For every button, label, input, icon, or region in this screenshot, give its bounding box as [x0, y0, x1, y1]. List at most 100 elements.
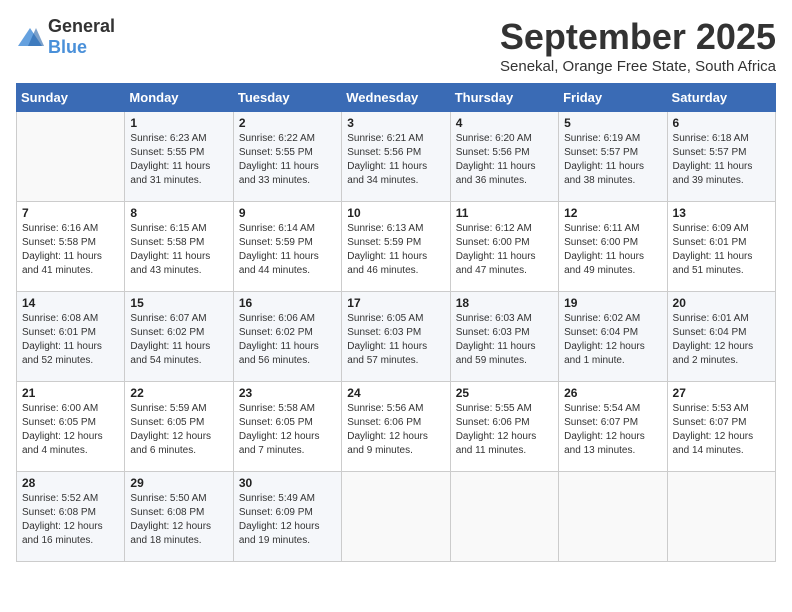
calendar-cell: 13 Sunrise: 6:09 AMSunset: 6:01 PMDaylig…	[667, 202, 775, 292]
weekday-header-thursday: Thursday	[450, 84, 558, 112]
day-info: Sunrise: 6:06 AMSunset: 6:02 PMDaylight:…	[239, 313, 319, 366]
day-info: Sunrise: 5:50 AMSunset: 6:08 PMDaylight:…	[130, 493, 211, 546]
day-info: Sunrise: 6:19 AMSunset: 5:57 PMDaylight:…	[564, 133, 644, 186]
day-info: Sunrise: 6:13 AMSunset: 5:59 PMDaylight:…	[347, 223, 427, 276]
calendar-week-row: 7 Sunrise: 6:16 AMSunset: 5:58 PMDayligh…	[17, 202, 776, 292]
calendar-cell: 12 Sunrise: 6:11 AMSunset: 6:00 PMDaylig…	[559, 202, 667, 292]
calendar-week-row: 21 Sunrise: 6:00 AMSunset: 6:05 PMDaylig…	[17, 382, 776, 472]
day-info: Sunrise: 6:08 AMSunset: 6:01 PMDaylight:…	[22, 313, 102, 366]
calendar-cell: 25 Sunrise: 5:55 AMSunset: 6:06 PMDaylig…	[450, 382, 558, 472]
calendar-cell: 16 Sunrise: 6:06 AMSunset: 6:02 PMDaylig…	[233, 292, 341, 382]
calendar-cell: 23 Sunrise: 5:58 AMSunset: 6:05 PMDaylig…	[233, 382, 341, 472]
calendar-cell: 10 Sunrise: 6:13 AMSunset: 5:59 PMDaylig…	[342, 202, 450, 292]
logo-blue: Blue	[48, 37, 87, 57]
day-info: Sunrise: 6:16 AMSunset: 5:58 PMDaylight:…	[22, 223, 102, 276]
day-number: 28	[22, 476, 119, 490]
calendar-header-row: SundayMondayTuesdayWednesdayThursdayFrid…	[17, 84, 776, 112]
calendar-week-row: 28 Sunrise: 5:52 AMSunset: 6:08 PMDaylig…	[17, 472, 776, 562]
calendar-cell: 18 Sunrise: 6:03 AMSunset: 6:03 PMDaylig…	[450, 292, 558, 382]
day-number: 8	[130, 206, 227, 220]
day-number: 4	[456, 116, 553, 130]
day-info: Sunrise: 5:52 AMSunset: 6:08 PMDaylight:…	[22, 493, 103, 546]
day-info: Sunrise: 5:55 AMSunset: 6:06 PMDaylight:…	[456, 403, 537, 456]
day-number: 14	[22, 296, 119, 310]
logo-text: General Blue	[48, 16, 115, 58]
day-info: Sunrise: 5:53 AMSunset: 6:07 PMDaylight:…	[673, 403, 754, 456]
day-number: 26	[564, 386, 661, 400]
calendar-cell: 11 Sunrise: 6:12 AMSunset: 6:00 PMDaylig…	[450, 202, 558, 292]
calendar-cell: 3 Sunrise: 6:21 AMSunset: 5:56 PMDayligh…	[342, 112, 450, 202]
calendar-week-row: 14 Sunrise: 6:08 AMSunset: 6:01 PMDaylig…	[17, 292, 776, 382]
day-number: 15	[130, 296, 227, 310]
day-info: Sunrise: 6:23 AMSunset: 5:55 PMDaylight:…	[130, 133, 210, 186]
calendar-cell: 17 Sunrise: 6:05 AMSunset: 6:03 PMDaylig…	[342, 292, 450, 382]
day-number: 24	[347, 386, 444, 400]
calendar-cell: 26 Sunrise: 5:54 AMSunset: 6:07 PMDaylig…	[559, 382, 667, 472]
weekday-header-friday: Friday	[559, 84, 667, 112]
day-number: 19	[564, 296, 661, 310]
day-number: 12	[564, 206, 661, 220]
day-info: Sunrise: 5:59 AMSunset: 6:05 PMDaylight:…	[130, 403, 211, 456]
day-info: Sunrise: 6:15 AMSunset: 5:58 PMDaylight:…	[130, 223, 210, 276]
day-info: Sunrise: 6:01 AMSunset: 6:04 PMDaylight:…	[673, 313, 754, 366]
month-title: September 2025	[500, 16, 776, 58]
day-number: 25	[456, 386, 553, 400]
day-number: 21	[22, 386, 119, 400]
day-number: 9	[239, 206, 336, 220]
day-number: 27	[673, 386, 770, 400]
day-info: Sunrise: 5:49 AMSunset: 6:09 PMDaylight:…	[239, 493, 320, 546]
weekday-header-monday: Monday	[125, 84, 233, 112]
calendar-cell: 29 Sunrise: 5:50 AMSunset: 6:08 PMDaylig…	[125, 472, 233, 562]
calendar-cell: 4 Sunrise: 6:20 AMSunset: 5:56 PMDayligh…	[450, 112, 558, 202]
calendar-cell: 7 Sunrise: 6:16 AMSunset: 5:58 PMDayligh…	[17, 202, 125, 292]
day-number: 20	[673, 296, 770, 310]
calendar-cell: 19 Sunrise: 6:02 AMSunset: 6:04 PMDaylig…	[559, 292, 667, 382]
day-number: 23	[239, 386, 336, 400]
calendar-cell	[17, 112, 125, 202]
day-info: Sunrise: 6:00 AMSunset: 6:05 PMDaylight:…	[22, 403, 103, 456]
day-info: Sunrise: 5:56 AMSunset: 6:06 PMDaylight:…	[347, 403, 428, 456]
calendar-cell: 5 Sunrise: 6:19 AMSunset: 5:57 PMDayligh…	[559, 112, 667, 202]
calendar-week-row: 1 Sunrise: 6:23 AMSunset: 5:55 PMDayligh…	[17, 112, 776, 202]
calendar-cell: 14 Sunrise: 6:08 AMSunset: 6:01 PMDaylig…	[17, 292, 125, 382]
weekday-header-tuesday: Tuesday	[233, 84, 341, 112]
day-number: 3	[347, 116, 444, 130]
calendar-cell: 15 Sunrise: 6:07 AMSunset: 6:02 PMDaylig…	[125, 292, 233, 382]
day-info: Sunrise: 5:54 AMSunset: 6:07 PMDaylight:…	[564, 403, 645, 456]
day-number: 6	[673, 116, 770, 130]
day-info: Sunrise: 6:20 AMSunset: 5:56 PMDaylight:…	[456, 133, 536, 186]
day-info: Sunrise: 6:03 AMSunset: 6:03 PMDaylight:…	[456, 313, 536, 366]
calendar-cell: 9 Sunrise: 6:14 AMSunset: 5:59 PMDayligh…	[233, 202, 341, 292]
day-info: Sunrise: 5:58 AMSunset: 6:05 PMDaylight:…	[239, 403, 320, 456]
logo-general: General	[48, 16, 115, 36]
day-number: 2	[239, 116, 336, 130]
day-info: Sunrise: 6:22 AMSunset: 5:55 PMDaylight:…	[239, 133, 319, 186]
day-info: Sunrise: 6:09 AMSunset: 6:01 PMDaylight:…	[673, 223, 753, 276]
day-number: 11	[456, 206, 553, 220]
day-info: Sunrise: 6:18 AMSunset: 5:57 PMDaylight:…	[673, 133, 753, 186]
calendar-cell: 24 Sunrise: 5:56 AMSunset: 6:06 PMDaylig…	[342, 382, 450, 472]
day-number: 13	[673, 206, 770, 220]
weekday-header-saturday: Saturday	[667, 84, 775, 112]
day-info: Sunrise: 6:11 AMSunset: 6:00 PMDaylight:…	[564, 223, 644, 276]
day-number: 29	[130, 476, 227, 490]
calendar-cell: 20 Sunrise: 6:01 AMSunset: 6:04 PMDaylig…	[667, 292, 775, 382]
weekday-header-wednesday: Wednesday	[342, 84, 450, 112]
day-info: Sunrise: 6:07 AMSunset: 6:02 PMDaylight:…	[130, 313, 210, 366]
calendar-cell	[559, 472, 667, 562]
day-number: 18	[456, 296, 553, 310]
calendar-cell: 22 Sunrise: 5:59 AMSunset: 6:05 PMDaylig…	[125, 382, 233, 472]
calendar-cell: 30 Sunrise: 5:49 AMSunset: 6:09 PMDaylig…	[233, 472, 341, 562]
day-number: 10	[347, 206, 444, 220]
title-area: September 2025 Senekal, Orange Free Stat…	[500, 16, 776, 75]
day-info: Sunrise: 6:21 AMSunset: 5:56 PMDaylight:…	[347, 133, 427, 186]
day-info: Sunrise: 6:14 AMSunset: 5:59 PMDaylight:…	[239, 223, 319, 276]
calendar-cell: 28 Sunrise: 5:52 AMSunset: 6:08 PMDaylig…	[17, 472, 125, 562]
logo-icon	[16, 26, 44, 48]
logo: General Blue	[16, 16, 115, 58]
location-title: Senekal, Orange Free State, South Africa	[500, 58, 776, 75]
weekday-header-sunday: Sunday	[17, 84, 125, 112]
day-number: 1	[130, 116, 227, 130]
day-number: 5	[564, 116, 661, 130]
calendar-cell: 2 Sunrise: 6:22 AMSunset: 5:55 PMDayligh…	[233, 112, 341, 202]
